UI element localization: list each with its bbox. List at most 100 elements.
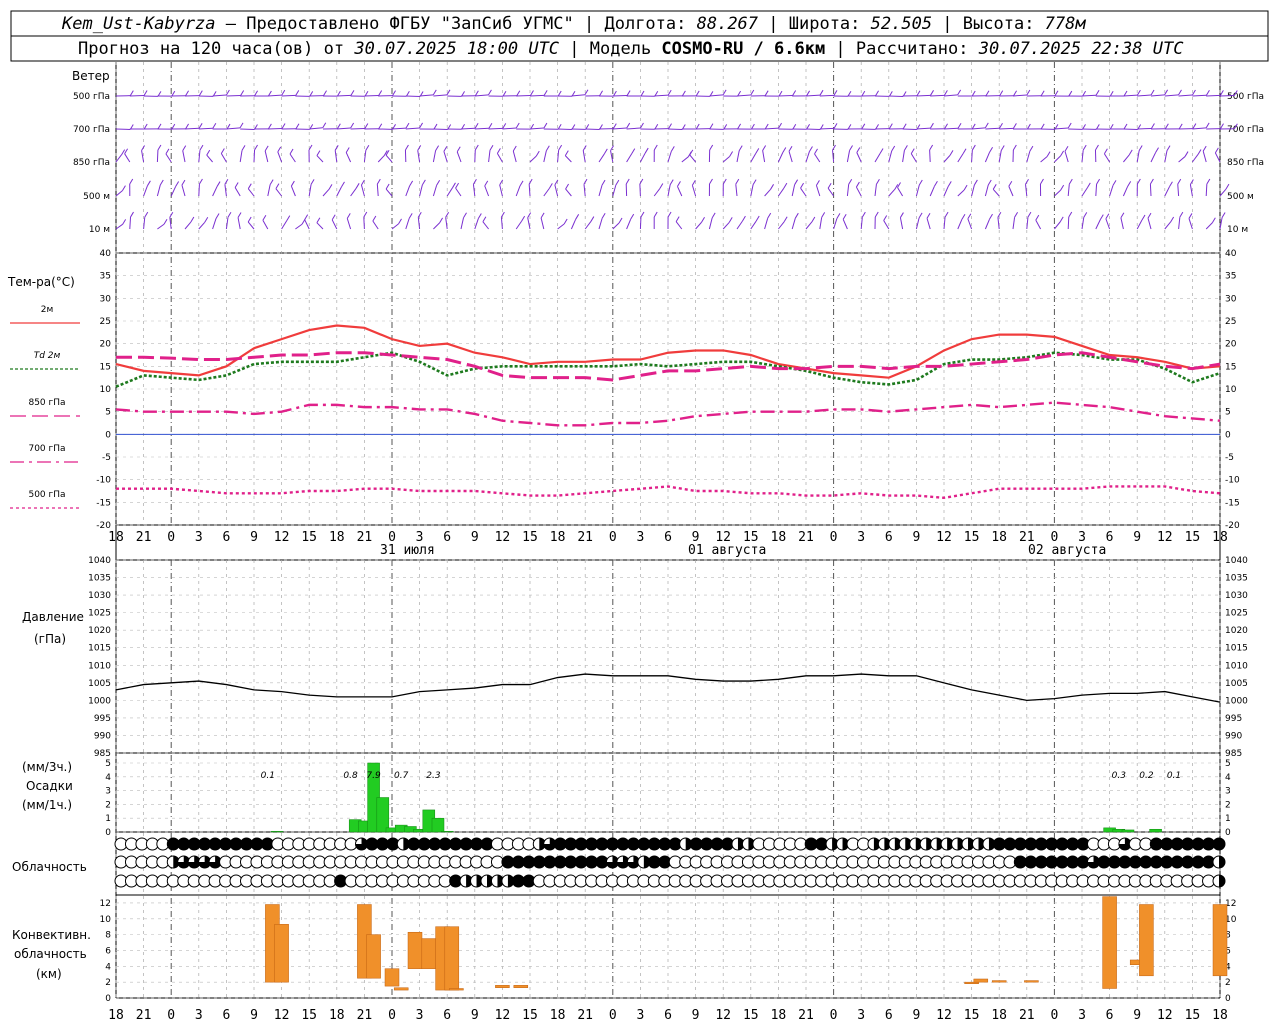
wind-level-label-left: 500 гПа: [73, 92, 110, 102]
wind-barb: [695, 221, 702, 230]
wind-barb: [1026, 151, 1031, 163]
precip-title-1: (мм/3ч.): [22, 760, 72, 774]
wind-barb-feather: [1008, 180, 1013, 187]
wind-barb: [1012, 217, 1016, 230]
x-tick-label-bottom: 0: [609, 1008, 617, 1023]
wind-barb: [570, 219, 577, 230]
pressure-title-2: (гПа): [34, 632, 66, 646]
x-tick-label-bottom: 6: [222, 1008, 230, 1023]
x-tick-label-bottom: 9: [1133, 1008, 1141, 1023]
wind-barb: [985, 127, 1000, 130]
wind-barb-feather: [331, 214, 336, 221]
temp-ytick-left: 15: [100, 362, 111, 372]
wind-barb-feather: [408, 213, 413, 219]
x-tick-label-bottom: 15: [301, 1008, 317, 1023]
wind-barb: [598, 218, 603, 230]
temp-legend-label: 2м: [41, 305, 54, 315]
wind-barb-feather: [709, 144, 714, 151]
wind-barb: [304, 219, 310, 230]
wind-barb: [1149, 184, 1152, 197]
x-tick-label-temp: 15: [1185, 530, 1201, 545]
wind-barb: [363, 217, 365, 230]
wind-barb-feather: [1068, 211, 1073, 218]
wind-barb-feather: [355, 183, 360, 189]
conv-bar: [384, 968, 400, 987]
wind-barb-feather: [1192, 89, 1196, 96]
wind-barb: [805, 151, 810, 163]
x-tick-label-bottom: 21: [798, 1008, 814, 1023]
precip-3h-label: 0.1: [1167, 771, 1181, 781]
wind-barb-feather: [1059, 216, 1064, 223]
wind-barb-feather: [558, 144, 563, 151]
wind-barb-feather: [1197, 149, 1202, 155]
wind-barb: [814, 153, 821, 163]
wind-barb-feather: [811, 216, 816, 223]
wind-barb-feather: [644, 147, 649, 154]
day-label-2: 01 августа: [688, 543, 766, 558]
wind-barb: [612, 127, 627, 130]
wind-barb: [1012, 94, 1027, 97]
wind-barb-feather: [365, 144, 370, 151]
wind-barb: [1206, 94, 1221, 97]
wind-barb-feather: [735, 178, 740, 185]
precip-ytick-left: 2: [105, 800, 111, 810]
wind-barb-feather: [903, 145, 908, 151]
wind-barb-feather: [1178, 123, 1183, 130]
wind-barb: [385, 154, 393, 163]
temp-ytick-left: 5: [105, 408, 111, 418]
wind-barb: [736, 220, 743, 230]
wind-barb-feather: [345, 147, 350, 153]
wind-barb: [405, 127, 420, 130]
wind-barb: [667, 151, 672, 163]
precip-title-2: Осадки: [26, 779, 73, 793]
wind-barb-feather: [618, 217, 623, 224]
precip-ytick-left: 0: [105, 828, 111, 838]
wind-barb-feather: [778, 90, 783, 97]
wind-barb: [240, 128, 255, 131]
wind-barb: [639, 217, 642, 230]
wind-barb-feather: [528, 178, 533, 185]
pres-ytick-left: 1020: [88, 626, 111, 636]
wind-barb: [915, 184, 920, 197]
wind-barb: [277, 151, 283, 163]
wind-barb-feather: [1099, 214, 1104, 220]
wind-barb: [1205, 184, 1208, 197]
wind-barb-feather: [565, 183, 569, 190]
wind-barb-feather: [1040, 123, 1045, 130]
wind-barb: [115, 154, 123, 163]
wind-barb-feather: [474, 90, 479, 96]
wind-barb-feather: [874, 211, 879, 218]
temp-ytick-right: 30: [1225, 294, 1237, 304]
precip-ytick-right: 0: [1225, 828, 1231, 838]
wind-barb: [1164, 94, 1179, 97]
wind-barb-feather: [488, 89, 492, 96]
wind-barb: [1008, 186, 1014, 197]
wind-barb-feather: [146, 180, 151, 187]
wind-barb-feather: [175, 181, 180, 187]
x-tick-label-temp: 18: [1212, 530, 1228, 545]
wind-barb-feather: [601, 179, 606, 186]
wind-barb: [267, 127, 283, 130]
wind-barb-feather: [234, 182, 239, 188]
wind-barb-feather: [1220, 123, 1224, 129]
wind-barb-feather: [378, 90, 383, 96]
temp-title: Тем-ра(°C): [7, 275, 75, 289]
wind-barb-feather: [630, 213, 635, 220]
wind-barb-feather: [1206, 178, 1211, 185]
wind-barb-feather: [1040, 90, 1045, 96]
wind-barb-feather: [1060, 150, 1065, 157]
wind-barb: [626, 127, 641, 130]
wind-barb: [234, 187, 241, 197]
wind-barb-feather: [855, 181, 860, 188]
wind-barb-feather: [1014, 212, 1019, 218]
wind-barb: [957, 153, 964, 163]
wind-barb-feather: [806, 90, 811, 97]
wind-barb-feather: [894, 184, 899, 190]
wind-barb-feather: [482, 216, 487, 222]
wind-barb: [874, 153, 881, 163]
x-tick-label-bottom: 12: [715, 1008, 731, 1023]
wind-barb-feather: [1219, 90, 1224, 96]
wind-barb-feather: [737, 123, 742, 130]
wind-barb-feather: [281, 89, 286, 96]
wind-barb: [585, 128, 600, 131]
